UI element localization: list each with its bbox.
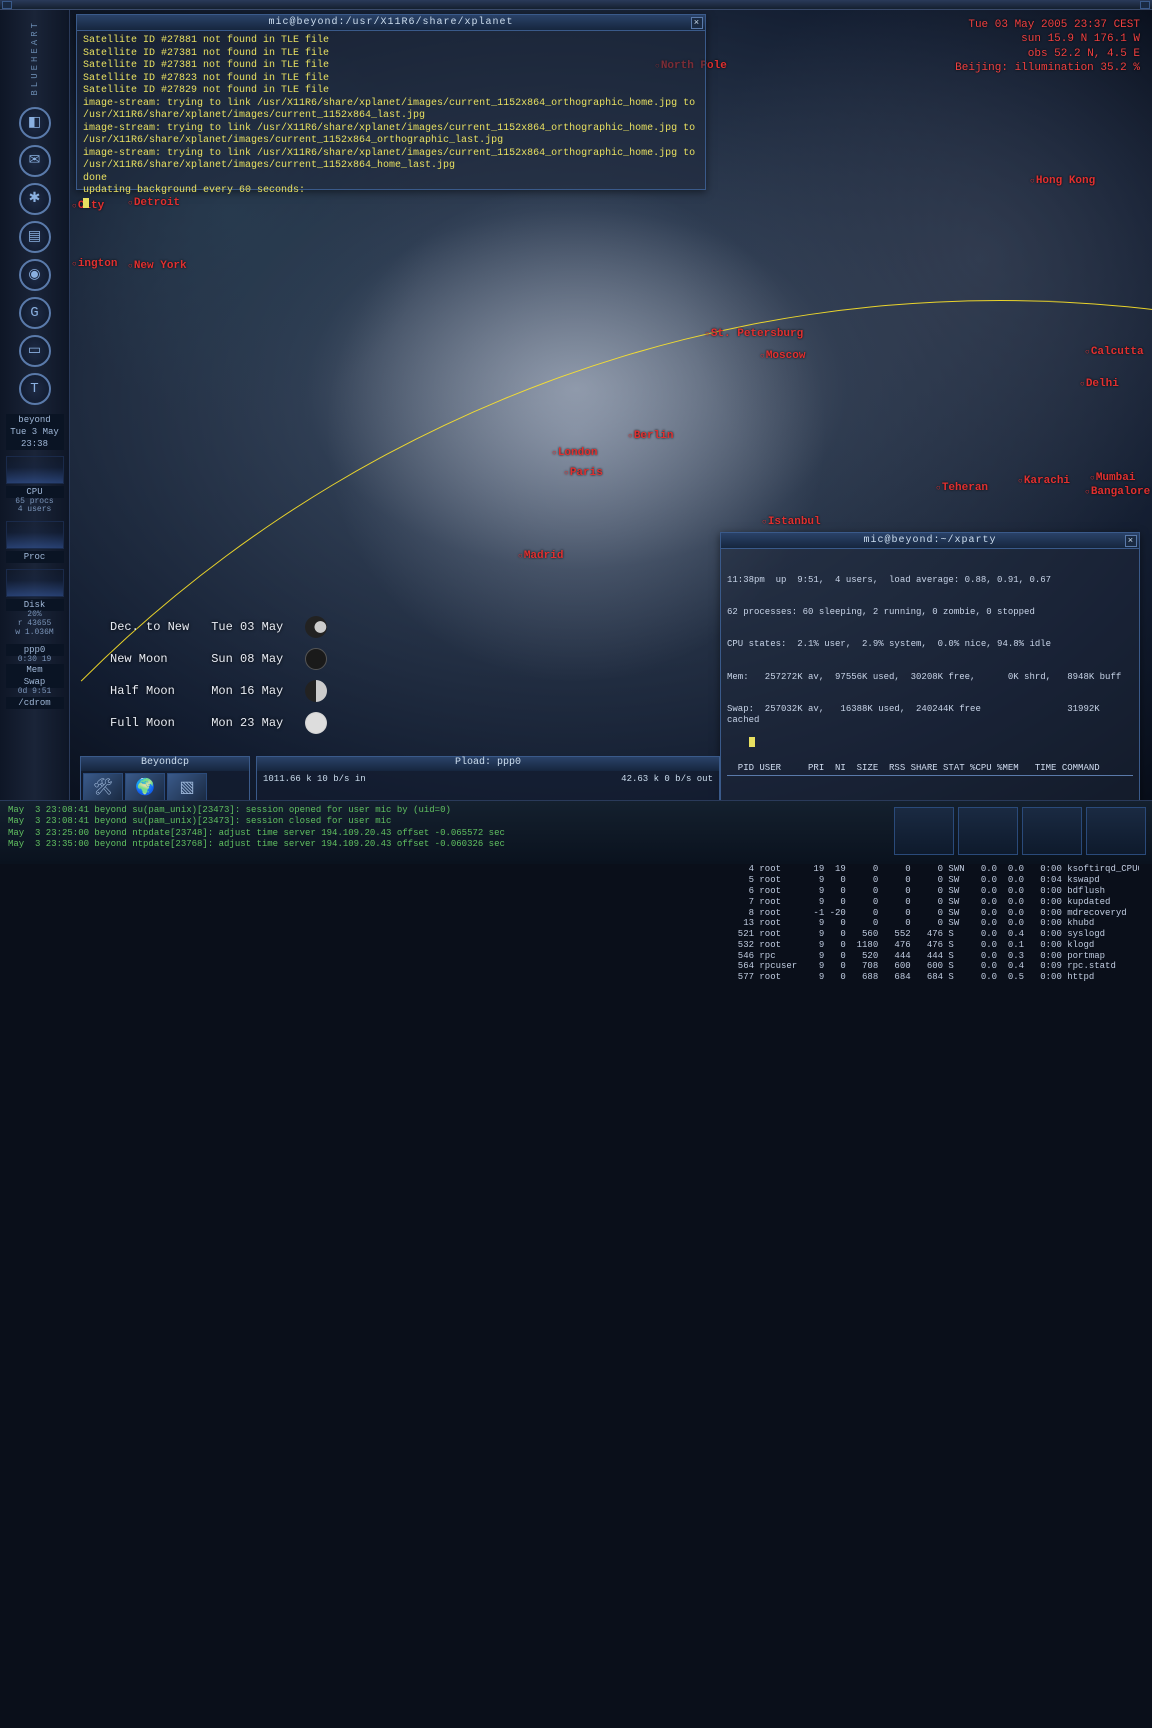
process-row: 8 root -1 -20 0 0 0 SW 0.0 0.0 0:00 mdre… (727, 908, 1133, 919)
clock-host: beyond (6, 414, 64, 426)
moon-phase-icon (305, 616, 327, 638)
syslog-output: May 3 23:08:41 beyond su(pam_unix)[23473… (0, 801, 888, 854)
launcher-panel: Beyondcp 🛠 🌍 ▧ (80, 756, 250, 802)
cpu-monitor: CPU 65 procs 4 users (6, 456, 64, 516)
moon-row: New MoonSun 08 May (100, 644, 337, 674)
terminal-titlebar[interactable]: mic@beyond:/usr/X11R6/share/xplanet × (77, 15, 705, 31)
disk-monitor: Disk 20% r 43655 w 1.036M (6, 569, 64, 637)
process-row: 6 root 9 0 0 0 0 SW 0.0 0.0 0:00 bdflush (727, 886, 1133, 897)
close-icon[interactable]: × (691, 17, 703, 29)
brand-label: BLUEHEART (30, 20, 40, 96)
top-output: 11:38pm up 9:51, 4 users, load average: … (721, 549, 1139, 1009)
clock-widget: beyond Tue 3 May 23:38 (6, 414, 64, 450)
pload-out: 42.63 k 0 b/s out (621, 774, 713, 784)
left-dock: BLUEHEART ◧ ✉ ✱ ▤ ◉ G ▭ T beyond Tue 3 M… (0, 10, 70, 800)
clock-time: 23:38 (6, 438, 64, 450)
moon-phase-icon (305, 712, 327, 734)
disk-graph (6, 569, 64, 597)
top-columns: PID USER PRI NI SIZE RSS SHARE STAT %CPU… (727, 763, 1133, 776)
terminal-top[interactable]: mic@beyond:~/xparty × 11:38pm up 9:51, 4… (720, 532, 1140, 802)
process-row: 13 root 9 0 0 0 0 SW 0.0 0.0 0:00 khubd (727, 918, 1133, 929)
moon-phase-icon (305, 680, 327, 702)
city-label: New York (128, 260, 187, 272)
cursor-icon (749, 737, 755, 747)
moon-phase-table: Dec. to NewTue 03 MayNew MoonSun 08 MayH… (98, 610, 339, 740)
city-label: Calcutta (1085, 346, 1144, 358)
city-label: Teheran (936, 482, 988, 494)
process-row: 532 root 9 0 1180 476 476 S 0.0 0.1 0:00… (727, 940, 1133, 951)
pager-workspace[interactable] (894, 807, 954, 855)
proc-graph (6, 521, 64, 549)
titlebar-minimize-button[interactable] (1140, 1, 1150, 9)
launcher-card-icon[interactable]: ▧ (167, 773, 207, 801)
city-label: Madrid (518, 550, 563, 562)
pager-tray (888, 801, 1152, 861)
eye-icon[interactable]: ◉ (19, 259, 51, 291)
pload-title: Pload: ppp0 (257, 757, 719, 771)
cpu-graph (6, 456, 64, 484)
dock-app-icon[interactable]: ◧ (19, 107, 51, 139)
city-label: Bangalore (1085, 486, 1150, 498)
xplanet-info: Tue 03 May 2005 23:37 CEST sun 15.9 N 17… (955, 18, 1140, 75)
terminal-xplanet[interactable]: mic@beyond:/usr/X11R6/share/xplanet × Sa… (76, 14, 706, 190)
city-label: Istanbul (762, 516, 821, 528)
pager-workspace[interactable] (1022, 807, 1082, 855)
mail-icon[interactable]: ✉ (19, 145, 51, 177)
city-label: St. Petersburg (705, 328, 803, 340)
moon-row: Dec. to NewTue 03 May (100, 612, 337, 642)
bottom-panel: May 3 23:08:41 beyond su(pam_unix)[23473… (0, 800, 1152, 864)
city-label: Moscow (760, 350, 805, 362)
terminal-title: mic@beyond:/usr/X11R6/share/xplanet (268, 17, 513, 28)
city-label: Paris (564, 467, 603, 479)
process-row: 546 rpc 9 0 520 444 444 S 0.0 0.3 0:00 p… (727, 951, 1133, 962)
launcher-globe-icon[interactable]: 🌍 (125, 773, 165, 801)
process-row: 577 root 9 0 688 684 684 S 0.0 0.5 0:00 … (727, 972, 1133, 983)
city-label: Delhi (1080, 378, 1119, 390)
titlebar-menu-button[interactable] (2, 1, 12, 9)
city-label: Mumbai (1090, 472, 1135, 484)
proc-monitor: Proc (6, 521, 64, 563)
pager-workspace[interactable] (958, 807, 1018, 855)
book-icon[interactable]: ▭ (19, 335, 51, 367)
ppp-monitor: ppp0 0:30 19 Mem Swap 0d 9:51 /cdrom (6, 644, 64, 710)
pload-in: 1011.66 k 10 b/s in (263, 774, 366, 784)
web-icon[interactable]: ✱ (19, 183, 51, 215)
window-titlebar[interactable] (0, 0, 1152, 10)
clock-date: Tue 3 May (6, 426, 64, 438)
pager-workspace[interactable] (1086, 807, 1146, 855)
pload-panel: Pload: ppp0 1011.66 k 10 b/s in 42.63 k … (256, 756, 720, 802)
launcher-title: Beyondcp (81, 757, 249, 771)
cursor-icon (83, 198, 89, 208)
process-row: 7 root 9 0 0 0 0 SW 0.0 0.0 0:00 kupdate… (727, 897, 1133, 908)
city-label: Karachi (1018, 475, 1070, 487)
terminal-title: mic@beyond:~/xparty (863, 535, 996, 546)
city-label: ington (72, 258, 117, 270)
process-row: 5 root 9 0 0 0 0 SW 0.0 0.0 0:04 kswapd (727, 875, 1133, 886)
chart-icon[interactable]: ▤ (19, 221, 51, 253)
letter-t-icon[interactable]: T (19, 373, 51, 405)
moon-row: Half MoonMon 16 May (100, 676, 337, 706)
city-label: Berlin (628, 430, 673, 442)
moon-phase-icon (305, 648, 327, 670)
moon-row: Full MoonMon 23 May (100, 708, 337, 738)
terminal-output: Satellite ID #27881 not found in TLE fil… (77, 31, 705, 217)
process-row: 564 rpcuser 9 0 708 600 600 S 0.0 0.4 0:… (727, 961, 1133, 972)
letter-g-icon[interactable]: G (19, 297, 51, 329)
city-label: Hong Kong (1030, 175, 1095, 187)
close-icon[interactable]: × (1125, 535, 1137, 547)
launcher-tool-icon[interactable]: 🛠 (83, 773, 123, 801)
city-label: London (552, 447, 597, 459)
process-row: 4 root 19 19 0 0 0 SWN 0.0 0.0 0:00 ksof… (727, 864, 1133, 875)
terminal-titlebar[interactable]: mic@beyond:~/xparty × (721, 533, 1139, 549)
process-row: 521 root 9 0 560 552 476 S 0.0 0.4 0:00 … (727, 929, 1133, 940)
